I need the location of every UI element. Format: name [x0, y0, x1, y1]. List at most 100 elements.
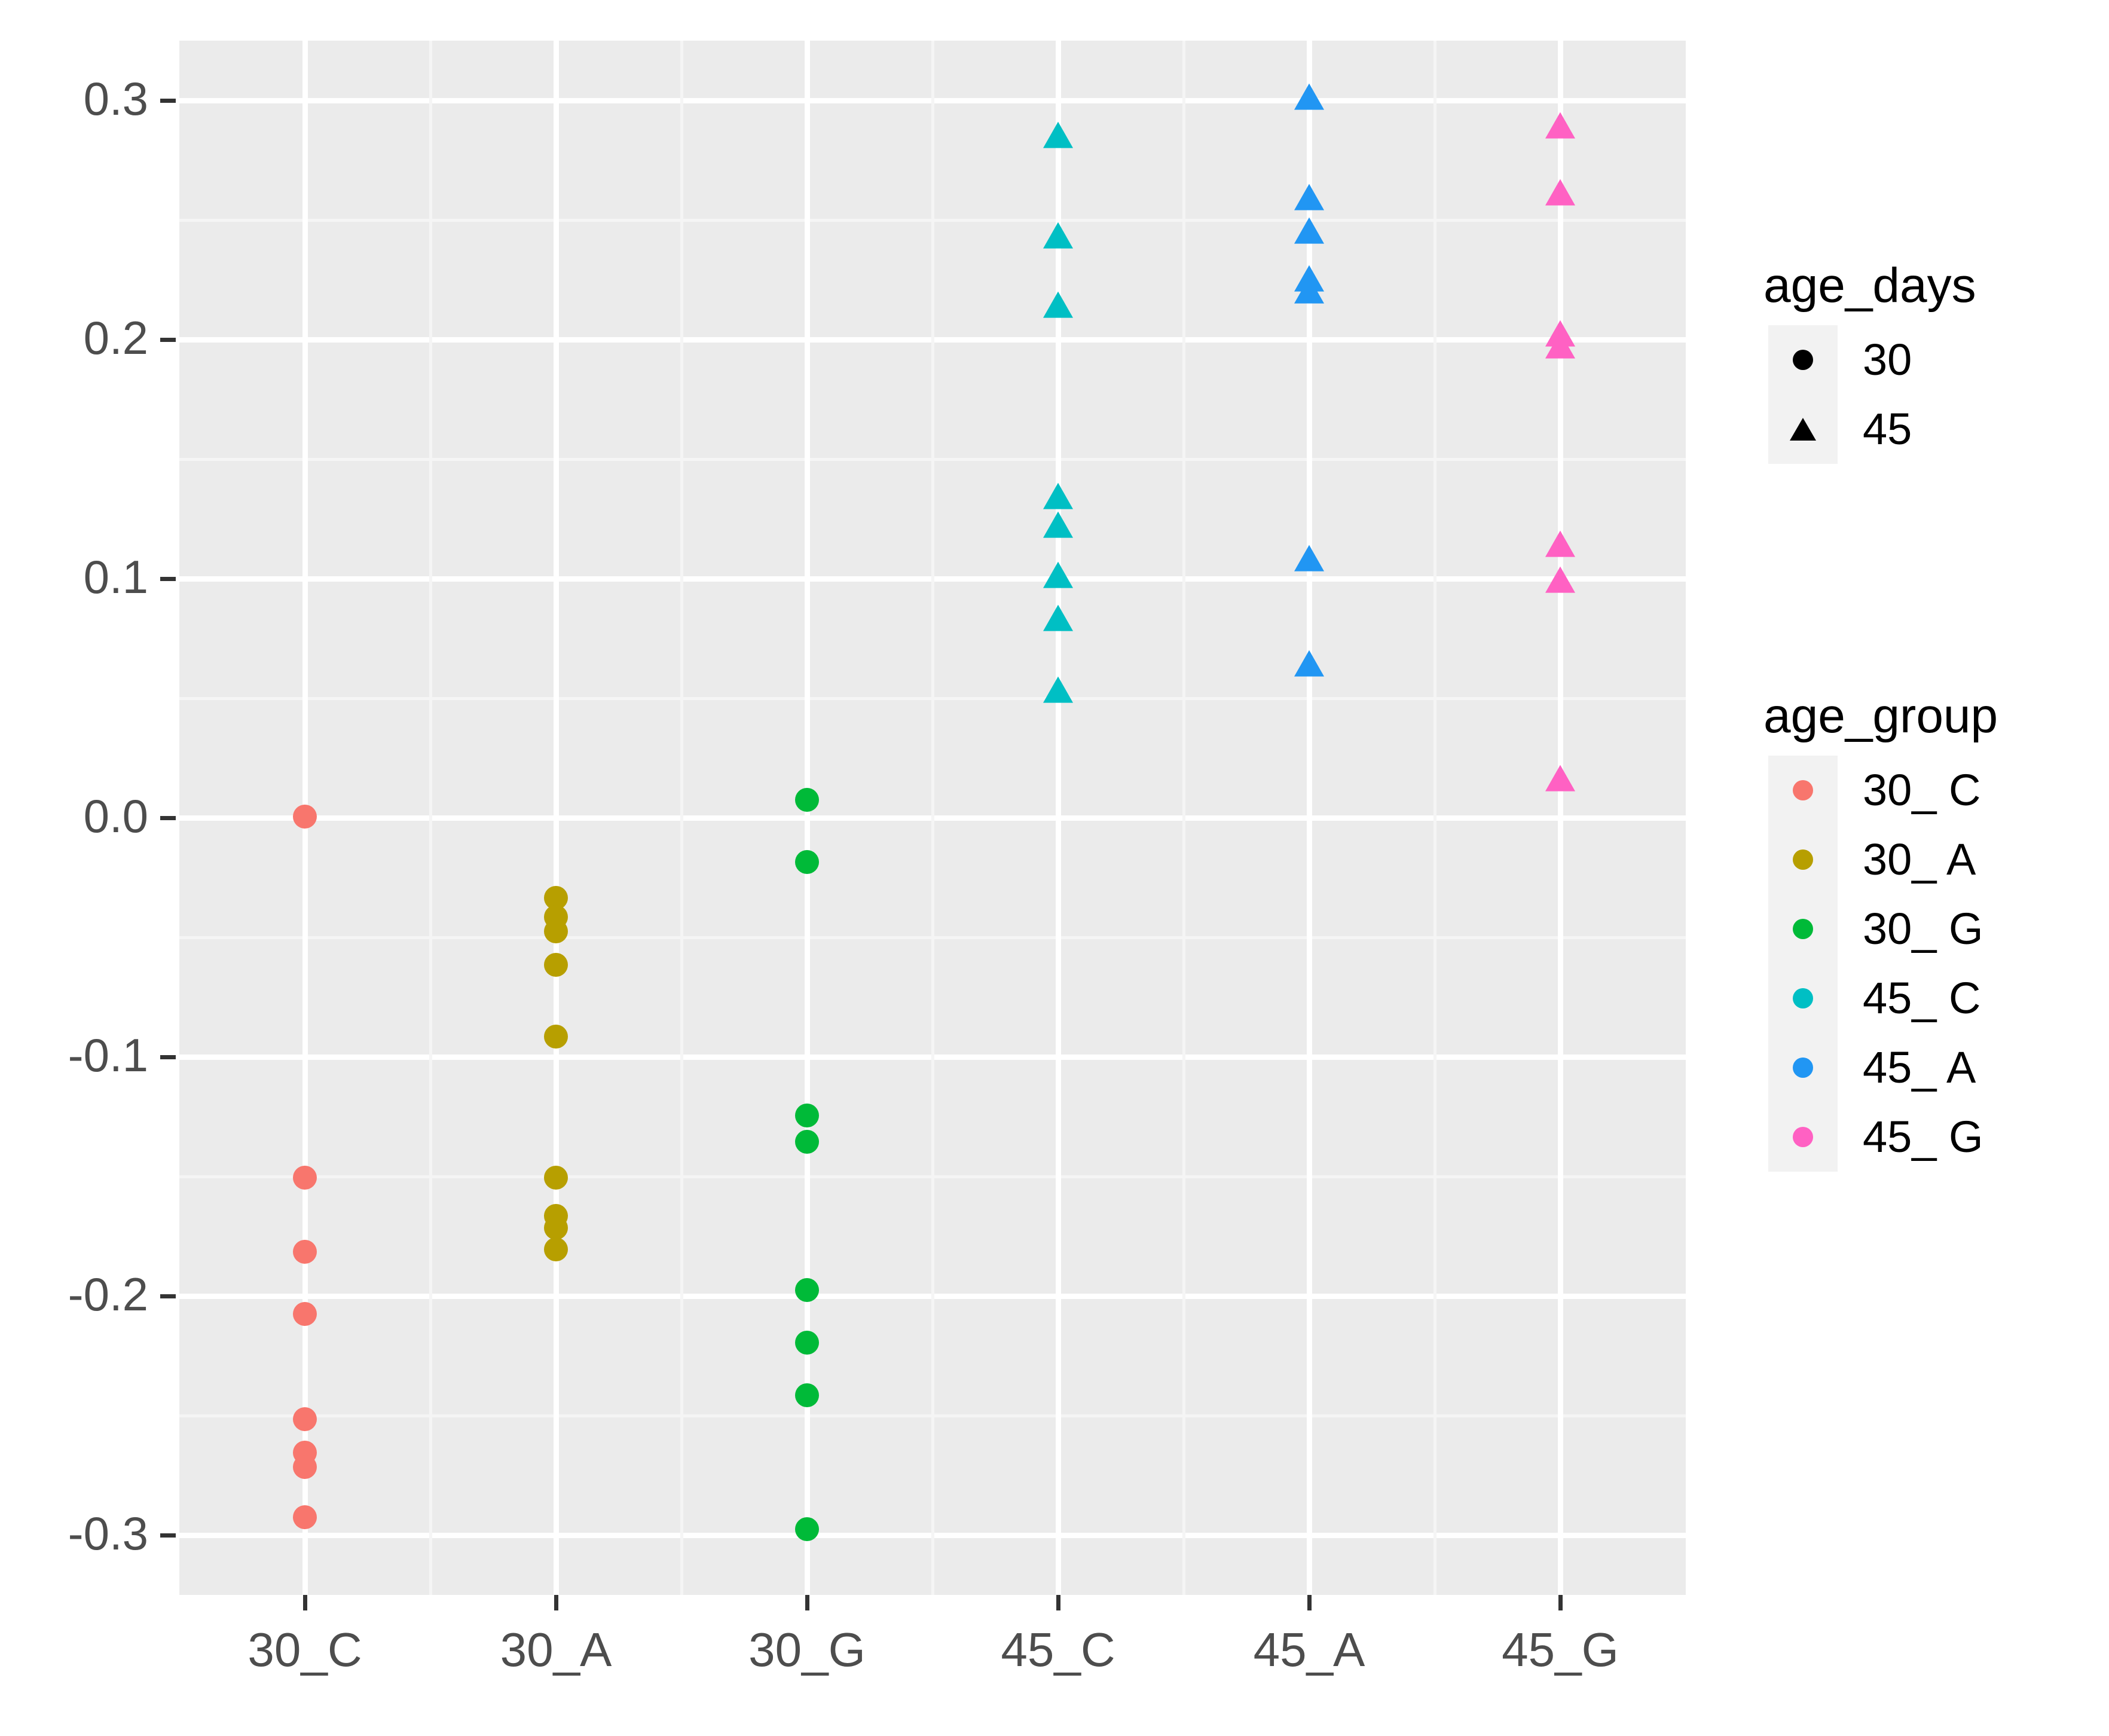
data-point [1294, 277, 1324, 304]
data-point [1294, 545, 1324, 571]
legend-item[interactable]: 30_ G [1734, 894, 2109, 964]
data-point [293, 1240, 317, 1264]
legend-item[interactable]: 45_ C [1734, 964, 2109, 1033]
legend-item[interactable]: 30_ C [1734, 756, 2109, 825]
x-axis-tick [805, 1595, 809, 1610]
x-axis-tick [1056, 1595, 1060, 1610]
x-axis-tick-label: 30_C [247, 1623, 362, 1676]
data-point [795, 1517, 819, 1541]
data-point [1545, 530, 1575, 557]
legend-item[interactable]: 45_ G [1734, 1102, 2109, 1172]
legend-item-label: 45 [1863, 404, 1912, 454]
data-point [1043, 482, 1073, 509]
legend-key-swatch [1768, 395, 1838, 464]
legend-key-swatch [1768, 894, 1838, 964]
data-point [293, 805, 317, 829]
legend-key-swatch [1768, 756, 1838, 825]
legend-key-swatch [1768, 325, 1838, 395]
data-point [1545, 332, 1575, 359]
data-point [293, 1455, 317, 1479]
gridline-minor-x [429, 41, 432, 1595]
data-point [544, 1025, 568, 1049]
y-axis-tick [160, 576, 176, 581]
y-axis-tick [160, 1533, 176, 1538]
circle-marker-icon [1793, 1058, 1813, 1078]
data-point [1294, 184, 1324, 210]
data-point [795, 1383, 819, 1407]
triangle-marker-icon [1790, 418, 1816, 441]
data-point [795, 1278, 819, 1302]
legend-item-label: 45_ C [1863, 973, 1981, 1023]
gridline-major-x [1557, 41, 1563, 1595]
legend-key-swatch [1768, 1102, 1838, 1172]
legend-item-label: 30_ G [1863, 904, 1983, 953]
data-point [1545, 765, 1575, 791]
data-point [1545, 566, 1575, 593]
x-axis-tick-label: 45_C [1001, 1623, 1115, 1676]
legend-container: age_days 30 45 age_group 30_ C 30_ A 30_ G 45_ … [1734, 0, 2109, 1736]
circle-marker-icon [1793, 1127, 1813, 1147]
x-axis-tick [1307, 1595, 1312, 1610]
y-axis-tick-label: -0.3 [68, 1507, 148, 1560]
data-point [1043, 511, 1073, 538]
data-point [795, 1104, 819, 1127]
data-point [293, 1407, 317, 1431]
data-point [795, 1130, 819, 1154]
legend-title-age_group: age_group [1763, 689, 1998, 743]
data-point [544, 953, 568, 977]
data-point [544, 1216, 568, 1240]
circle-marker-icon [1793, 919, 1813, 939]
data-point [544, 1166, 568, 1190]
gridline-minor-x [931, 41, 934, 1595]
y-axis-tick-label: 0.2 [83, 311, 148, 364]
x-axis-tick-label: 30_A [500, 1623, 612, 1676]
data-point [1043, 291, 1073, 318]
legend-age_group: age_group 30_ C 30_ A 30_ G 45_ C 45_ A 45_ G [1734, 687, 2109, 1172]
y-axis-tick-label: 0.3 [83, 72, 148, 125]
data-point [1294, 217, 1324, 244]
legend-item-label: 30 [1863, 335, 1912, 384]
data-point [1294, 650, 1324, 677]
legend-item[interactable]: 45 [1734, 395, 2109, 464]
legend-key-swatch [1768, 1033, 1838, 1102]
x-axis-tick-label: 45_G [1502, 1623, 1619, 1676]
y-axis-tick [160, 815, 176, 820]
y-axis-tick [160, 1294, 176, 1298]
y-axis-tick-label: -0.1 [68, 1029, 148, 1081]
circle-marker-icon [1793, 849, 1813, 870]
data-point [1043, 222, 1073, 249]
data-point [795, 788, 819, 812]
circle-marker-icon [1793, 988, 1813, 1008]
data-point [1043, 676, 1073, 703]
x-axis-tick [554, 1595, 558, 1610]
x-axis-tick [302, 1595, 307, 1610]
data-point [1043, 561, 1073, 588]
x-axis-tick-label: 30_G [748, 1623, 866, 1676]
data-point [1545, 179, 1575, 206]
gridline-major-x [553, 41, 559, 1595]
data-point [293, 1302, 317, 1326]
data-point [544, 919, 568, 943]
y-axis-tick [160, 98, 176, 103]
legend-item-label: 45_ A [1863, 1043, 1976, 1092]
legend-item-label: 45_ G [1863, 1112, 1983, 1162]
x-axis-tick-label: 45_A [1253, 1623, 1365, 1676]
plot-panel [179, 41, 1686, 1595]
y-axis-tick [160, 1055, 176, 1059]
legend-age_days: age_days 30 45 [1734, 257, 2109, 464]
legend-item[interactable]: 30 [1734, 325, 2109, 395]
legend-title-age_days: age_days [1763, 258, 1976, 313]
circle-marker-icon [1793, 780, 1813, 800]
y-axis-tick-label: 0.0 [83, 790, 148, 842]
data-point [544, 1237, 568, 1261]
data-point [1545, 112, 1575, 139]
legend-key-swatch [1768, 825, 1838, 894]
x-axis-tick [1558, 1595, 1563, 1610]
legend-item[interactable]: 30_ A [1734, 825, 2109, 894]
gridline-major-x [804, 41, 810, 1595]
chart-figure: 0.3 0.2 0.1 0.0 -0.1 -0.2 -0.3 30_C 30_A 30_G 45_… [0, 0, 2109, 1736]
data-point [1294, 83, 1324, 110]
legend-item[interactable]: 45_ A [1734, 1033, 2109, 1102]
plot-area: 0.3 0.2 0.1 0.0 -0.1 -0.2 -0.3 30_C 30_A 30_G 45_… [0, 0, 1722, 1736]
y-axis-tick-label: -0.2 [68, 1268, 148, 1321]
